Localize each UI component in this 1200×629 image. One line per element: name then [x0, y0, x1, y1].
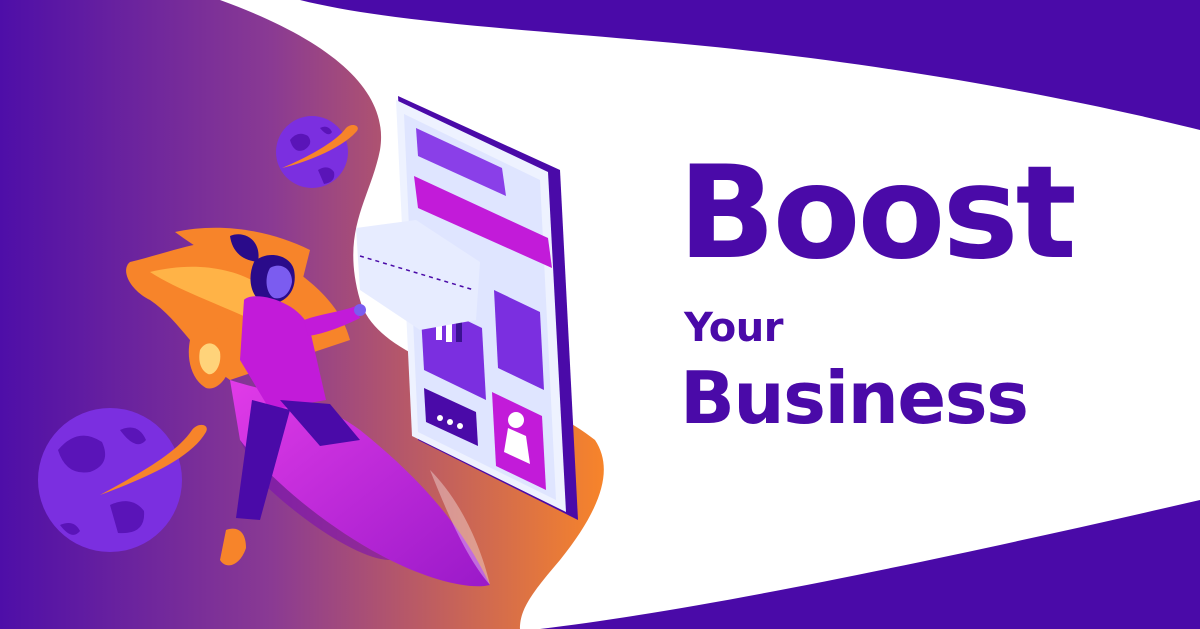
headline-business: Business: [680, 356, 1029, 440]
bottom-purple-band: [540, 500, 1200, 629]
headline-your: Your: [684, 305, 783, 351]
boost-business-banner: Boost Your Business: [0, 0, 1200, 629]
top-purple-band: [300, 0, 1200, 130]
headline-boost: Boost: [678, 139, 1077, 288]
headline: Boost Your Business: [672, 139, 1132, 440]
